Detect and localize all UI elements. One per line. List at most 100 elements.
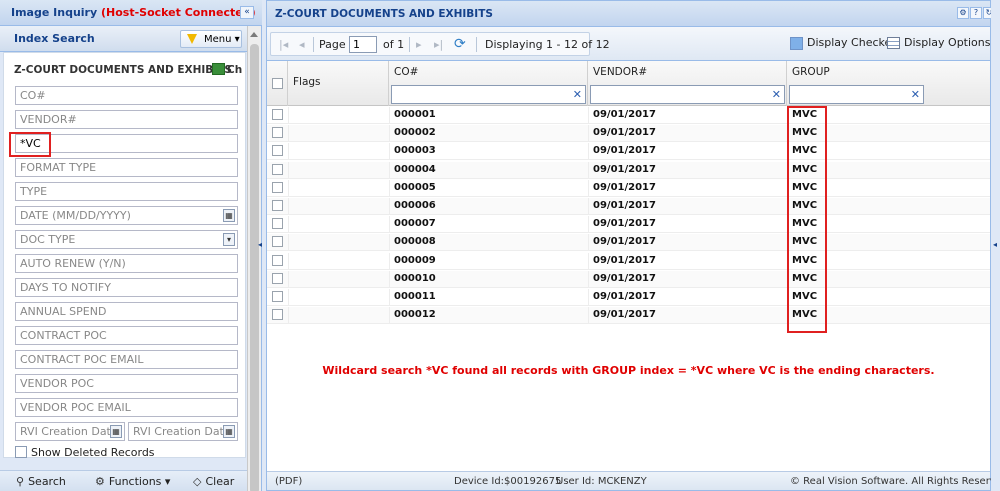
- collapse-panel-button[interactable]: «: [240, 6, 254, 19]
- left-scrollbar[interactable]: [247, 26, 261, 491]
- pager: |◂ ◂ Page 1 of 1 ▸ ▸| ⟳ Displaying 1 - 1…: [270, 32, 610, 56]
- row-checkbox[interactable]: [272, 145, 283, 157]
- scroll-up-icon[interactable]: [250, 32, 258, 37]
- status-bar: (PDF) Device Id:$00192675 User Id: MCKEN…: [267, 471, 1000, 490]
- co-filter-input[interactable]: ✕: [391, 85, 586, 104]
- row-checkbox[interactable]: [272, 254, 283, 266]
- checkbox-icon[interactable]: [790, 36, 803, 50]
- expand-icon[interactable]: ◂: [993, 240, 997, 249]
- row-checkbox[interactable]: [272, 272, 283, 284]
- date-field[interactable]: DATE (MM/DD/YYYY) ▦: [15, 206, 238, 225]
- column-flags[interactable]: Flags: [288, 61, 389, 106]
- table-row[interactable]: 000004 09/01/2017 MVC: [267, 161, 990, 179]
- right-splitter[interactable]: ◂: [991, 0, 1000, 491]
- search-button[interactable]: ⚲ Search: [16, 475, 66, 488]
- table-row[interactable]: 000007 09/01/2017 MVC: [267, 216, 990, 234]
- row-checkbox[interactable]: [272, 200, 283, 211]
- clear-button[interactable]: ◇ Clear: [193, 475, 234, 488]
- auto-renew-field[interactable]: AUTO RENEW (Y/N): [15, 254, 238, 273]
- table-row[interactable]: 000002 09/01/2017 MVC: [267, 125, 990, 143]
- calendar-icon[interactable]: ▦: [223, 425, 235, 438]
- rvi-creation-date-to[interactable]: RVI Creation Date ▦: [128, 422, 238, 441]
- reload-icon[interactable]: ⟳: [454, 36, 466, 52]
- row-checkbox[interactable]: [272, 181, 283, 193]
- next-page-icon[interactable]: ▸: [416, 38, 422, 51]
- clear-filter-icon[interactable]: ✕: [911, 88, 920, 101]
- cell-vendor: 09/01/2017: [593, 236, 656, 248]
- row-checkbox[interactable]: [272, 218, 283, 230]
- first-page-icon[interactable]: |◂: [279, 38, 288, 51]
- grid-icon[interactable]: [212, 63, 225, 75]
- calendar-icon[interactable]: ▦: [110, 425, 122, 438]
- column-group[interactable]: GROUP ✕: [787, 61, 990, 106]
- page-number-input[interactable]: 1: [349, 36, 377, 53]
- contract-poc-email-field[interactable]: CONTRACT POC EMAIL: [15, 350, 238, 369]
- gear-icon[interactable]: ⚙: [957, 7, 969, 19]
- row-checkbox[interactable]: [272, 163, 283, 175]
- device-id: Device Id:$00192675: [454, 476, 562, 487]
- help-icon[interactable]: ?: [970, 7, 982, 19]
- highlight-box: [9, 132, 51, 157]
- select-all-checkbox[interactable]: [272, 78, 283, 89]
- chevron-down-icon[interactable]: ▾: [223, 233, 235, 246]
- show-deleted-checkbox[interactable]: [15, 446, 27, 458]
- scrollbar-thumb[interactable]: [250, 44, 259, 491]
- left-action-bar: ⚲ Search ⚙ Functions ▾ ◇ Clear: [0, 470, 247, 491]
- vendor-field[interactable]: VENDOR#: [15, 110, 238, 129]
- column-co[interactable]: CO# ✕: [389, 61, 588, 106]
- vendor-poc-email-field[interactable]: VENDOR POC EMAIL: [15, 398, 238, 417]
- menu-button[interactable]: Menu ▾: [180, 30, 242, 48]
- vendor-poc-field[interactable]: VENDOR POC: [15, 374, 238, 393]
- results-panel: Z-COURT DOCUMENTS AND EXHIBITS ⚙ ? ↻ |◂ …: [266, 0, 1000, 491]
- table-row[interactable]: 000005 09/01/2017 MVC: [267, 179, 990, 197]
- row-checkbox[interactable]: [272, 309, 283, 321]
- table-row[interactable]: 000010 09/01/2017 MVC: [267, 270, 990, 288]
- format-type-field[interactable]: FORMAT TYPE: [15, 158, 238, 177]
- annual-spend-field[interactable]: ANNUAL SPEND: [15, 302, 238, 321]
- days-to-notify-field[interactable]: DAYS TO NOTIFY: [15, 278, 238, 297]
- grid-toolbar: |◂ ◂ Page 1 of 1 ▸ ▸| ⟳ Displaying 1 - 1…: [267, 27, 1000, 61]
- panel-title: Image Inquiry (Host-Socket Connected): [11, 6, 256, 19]
- table-row[interactable]: 000009 09/01/2017 MVC: [267, 252, 990, 270]
- row-checkbox[interactable]: [272, 109, 283, 120]
- cell-co: 000001: [394, 109, 436, 120]
- row-checkbox[interactable]: [272, 127, 283, 139]
- calendar-icon[interactable]: ▦: [223, 209, 235, 222]
- contract-poc-field[interactable]: CONTRACT POC: [15, 326, 238, 345]
- clear-filter-icon[interactable]: ✕: [573, 88, 582, 101]
- prev-page-icon[interactable]: ◂: [299, 38, 305, 51]
- type-field[interactable]: TYPE: [15, 182, 238, 201]
- results-title: Z-COURT DOCUMENTS AND EXHIBITS: [275, 8, 493, 20]
- cell-co: 000005: [394, 181, 436, 193]
- last-page-icon[interactable]: ▸|: [434, 38, 443, 51]
- page-count: of 1: [383, 38, 405, 51]
- display-checked-toggle[interactable]: Display Checked: [790, 36, 898, 50]
- cell-co: 000004: [394, 163, 436, 175]
- filter-icon: [187, 34, 197, 44]
- group-filter-input[interactable]: ✕: [789, 85, 924, 104]
- co-field[interactable]: CO#: [15, 86, 238, 105]
- splitter-handle-icon[interactable]: ◂: [258, 240, 263, 250]
- doc-type-select[interactable]: DOC TYPE ▾: [15, 230, 238, 249]
- eraser-icon: ◇: [193, 475, 202, 488]
- table-row[interactable]: 000008 09/01/2017 MVC: [267, 234, 990, 252]
- rvi-creation-date-from[interactable]: RVI Creation Date ▦: [15, 422, 125, 441]
- table-row[interactable]: 000001 09/01/2017 MVC: [267, 107, 990, 124]
- table-row[interactable]: 000011 09/01/2017 MVC: [267, 289, 990, 306]
- table-row[interactable]: 000003 09/01/2017 MVC: [267, 143, 990, 161]
- cell-vendor: 09/01/2017: [593, 254, 656, 266]
- clear-filter-icon[interactable]: ✕: [772, 88, 781, 101]
- vendor-filter-input[interactable]: ✕: [590, 85, 785, 104]
- table-row[interactable]: 000012 09/01/2017 MVC: [267, 307, 990, 325]
- select-all-header[interactable]: [267, 61, 288, 106]
- column-vendor[interactable]: VENDOR# ✕: [588, 61, 787, 106]
- show-deleted-records[interactable]: Show Deleted Records: [15, 445, 155, 459]
- cell-co: 000011: [394, 291, 436, 302]
- row-checkbox[interactable]: [272, 291, 283, 302]
- functions-button[interactable]: ⚙ Functions ▾: [95, 475, 170, 488]
- cell-vendor: 09/01/2017: [593, 109, 656, 120]
- table-row[interactable]: 000006 09/01/2017 MVC: [267, 198, 990, 215]
- cell-vendor: 09/01/2017: [593, 309, 656, 321]
- display-options-button[interactable]: Display Options ▾: [887, 36, 1000, 49]
- row-checkbox[interactable]: [272, 236, 283, 248]
